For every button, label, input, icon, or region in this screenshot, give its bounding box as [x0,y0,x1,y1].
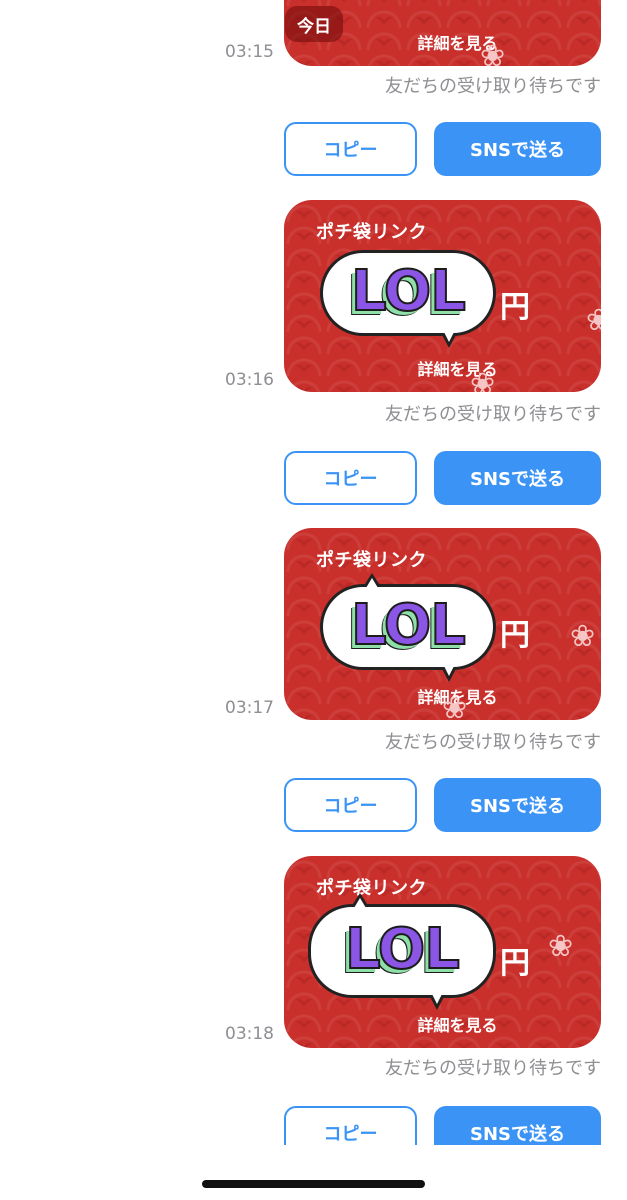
copy-button[interactable]: コピー [284,1106,417,1145]
pochi-bukuro-card[interactable]: ポチ袋リンク LOL 円 詳細を見る ❀ ❀ [284,200,601,392]
plum-blossom-icon: ❀ [470,367,496,393]
sns-send-button[interactable]: SNSで送る [434,122,601,176]
message-time: 03:16 [225,370,274,390]
message-time: 03:18 [225,1024,274,1044]
card-title: ポチ袋リンク [316,222,427,243]
plum-blossom-icon: ❀ [570,619,596,654]
date-badge: 今日 [285,6,343,42]
plum-blossom-icon: ❀ [548,929,574,964]
sns-send-button[interactable]: SNSで送る [434,451,601,505]
plum-blossom-icon: ❀ [480,39,506,67]
sns-send-button[interactable]: SNSで送る [434,1106,601,1145]
copy-button[interactable]: コピー [284,451,417,505]
pochi-bukuro-card[interactable]: ポチ袋リンク LOL 円 詳細を見る ❀ [284,856,601,1048]
amount-value: LOL [350,259,467,324]
pochi-bukuro-card[interactable]: ポチ袋リンク LOL 円 詳細を見る ❀ ❀ [284,528,601,720]
currency-label: 円 [500,946,530,981]
receipt-status: 友だちの受け取り待ちです [385,1058,601,1079]
plum-blossom-icon: ❀ [442,691,468,721]
card-title: ポチ袋リンク [316,550,427,571]
copy-button[interactable]: コピー [284,778,417,832]
message-time: 03:15 [225,42,274,62]
receipt-status: 友だちの受け取り待ちです [385,404,601,425]
speech-bubble: LOL [320,573,496,682]
sns-send-button[interactable]: SNSで送る [434,778,601,832]
speech-bubble: LOL [308,893,496,1010]
receipt-status: 友だちの受け取り待ちです [385,76,601,97]
receipt-status: 友だちの受け取り待ちです [385,732,601,753]
speech-bubble: LOL [320,250,496,348]
currency-label: 円 [500,618,530,653]
details-link[interactable]: 詳細を見る [284,356,601,380]
card-title: ポチ袋リンク [316,878,427,899]
plum-blossom-icon: ❀ [586,303,601,338]
home-indicator[interactable] [202,1180,425,1188]
details-link[interactable]: 詳細を見る [284,1012,601,1036]
chat-scroll-area[interactable]: 詳細を見る ❀ 今日 03:15 友だちの受け取り待ちです コピー SNSで送る… [0,0,627,1145]
message-time: 03:17 [225,698,274,718]
amount-value: LOL [344,917,461,982]
currency-label: 円 [500,290,530,325]
amount-value: LOL [350,593,467,658]
copy-button[interactable]: コピー [284,122,417,176]
